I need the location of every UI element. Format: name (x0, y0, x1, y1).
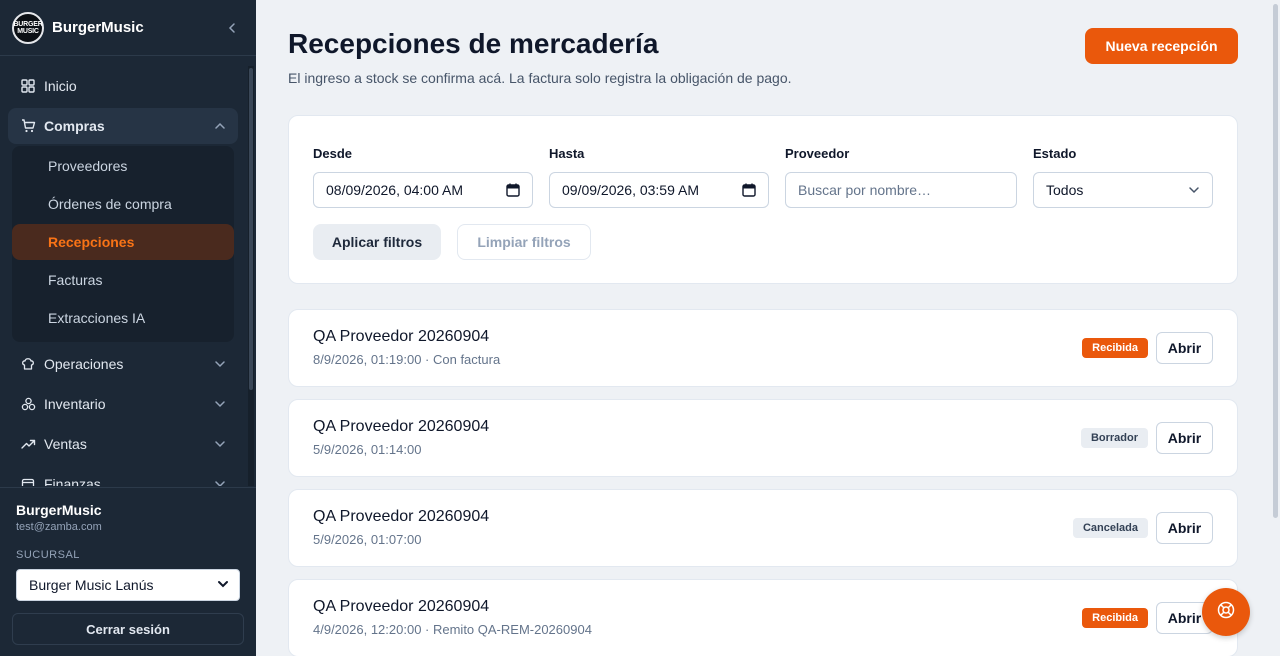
reception-meta: 4/9/2026, 12:20:00 · Remito QA-REM-20260… (313, 622, 592, 637)
page-scrollbar-thumb[interactable] (1273, 4, 1278, 518)
help-button[interactable] (1202, 588, 1250, 636)
filter-card: Desde 08/09/2026, 04:00 AM Hasta 09/09/2… (288, 115, 1238, 284)
compras-submenu: Proveedores Órdenes de compra Recepcione… (12, 146, 234, 342)
branch-label: SUCURSAL (16, 549, 80, 561)
reception-meta: 5/9/2026, 01:14:00 (313, 442, 422, 457)
chevron-down-icon (214, 358, 226, 370)
page-subtitle: El ingreso a stock se confirma acá. La f… (288, 70, 792, 86)
status-badge: Recibida (1082, 608, 1148, 628)
open-button[interactable]: Abrir (1156, 512, 1213, 544)
boxes-icon (20, 396, 36, 412)
sidebar-item-operaciones[interactable]: Operaciones (8, 346, 238, 382)
trending-up-icon (20, 436, 36, 452)
chevron-down-icon (1188, 184, 1200, 196)
sidebar-item-label: Finanzas (44, 476, 101, 486)
subnav-item-extracciones[interactable]: Extracciones IA (12, 300, 234, 336)
chevron-up-icon (214, 120, 226, 132)
reception-supplier: QA Proveedor 20260904 (313, 508, 490, 525)
sidebar-item-label: Inicio (44, 78, 77, 94)
sidebar-item-finanzas[interactable]: Finanzas (8, 466, 238, 486)
collapse-sidebar-icon[interactable] (220, 16, 244, 40)
apply-filters-button[interactable]: Aplicar filtros (313, 224, 441, 260)
reception-row[interactable]: QA Proveedor 20260904 5/9/2026, 01:14:00… (288, 399, 1238, 477)
sidebar-scrollbar-thumb[interactable] (249, 68, 253, 390)
sidebar-item-ventas[interactable]: Ventas (8, 426, 238, 462)
calendar-icon[interactable] (506, 183, 520, 197)
page-title: Recepciones de mercadería (288, 28, 659, 59)
desde-datetime-input[interactable]: 08/09/2026, 04:00 AM (313, 172, 533, 208)
sidebar: BURGER MUSIC BurgerMusic Inicio Compras … (0, 0, 256, 656)
sidebar-item-label: Compras (44, 118, 105, 134)
reception-meta: 5/9/2026, 01:07:00 (313, 532, 422, 547)
status-badge: Cancelada (1072, 518, 1148, 538)
sidebar-item-label: Operaciones (44, 356, 124, 372)
sidebar-item-compras[interactable]: Compras (8, 108, 238, 144)
chevron-down-icon (214, 438, 226, 450)
clear-filters-button[interactable]: Limpiar filtros (457, 224, 591, 260)
desde-label: Desde (313, 146, 353, 161)
reception-supplier: QA Proveedor 20260904 (313, 418, 490, 435)
estado-value: Todos (1046, 182, 1084, 198)
reception-supplier: QA Proveedor 20260904 (313, 598, 490, 615)
new-reception-button[interactable]: Nueva recepción (1085, 28, 1238, 64)
grid-icon (20, 78, 36, 94)
reception-meta: 8/9/2026, 01:19:00 · Con factura (313, 352, 501, 367)
chef-hat-icon (20, 356, 36, 372)
proveedor-search-input[interactable]: Buscar por nombre… (785, 172, 1017, 208)
brand-name: BurgerMusic (52, 19, 144, 36)
hasta-label: Hasta (549, 146, 585, 161)
reception-row[interactable]: QA Proveedor 20260904 4/9/2026, 12:20:00… (288, 579, 1238, 656)
proveedor-placeholder: Buscar por nombre… (798, 182, 932, 198)
user-name: BurgerMusic (16, 502, 102, 518)
open-button[interactable]: Abrir (1156, 422, 1213, 454)
subnav-item-recepciones[interactable]: Recepciones (12, 224, 234, 260)
reception-row[interactable]: QA Proveedor 20260904 5/9/2026, 01:07:00… (288, 489, 1238, 567)
reception-row[interactable]: QA Proveedor 20260904 8/9/2026, 01:19:00… (288, 309, 1238, 387)
brand-logo: BURGER MUSIC (12, 11, 44, 44)
subnav-item-ordenes[interactable]: Órdenes de compra (12, 186, 234, 222)
hasta-value: 09/09/2026, 03:59 AM (562, 182, 699, 198)
chevron-down-icon (217, 577, 229, 593)
sidebar-nav: Inicio Compras Proveedores Órdenes de co… (0, 66, 248, 486)
status-badge: Borrador (1080, 428, 1148, 448)
branch-select-value: Burger Music Lanús (29, 577, 154, 593)
chevron-down-icon (214, 398, 226, 410)
open-button[interactable]: Abrir (1156, 332, 1213, 364)
brand-header: BURGER MUSIC BurgerMusic (0, 0, 256, 56)
help-icon (1217, 601, 1235, 624)
desde-value: 08/09/2026, 04:00 AM (326, 182, 463, 198)
hasta-datetime-input[interactable]: 09/09/2026, 03:59 AM (549, 172, 769, 208)
estado-select[interactable]: Todos (1033, 172, 1213, 208)
sidebar-item-inicio[interactable]: Inicio (8, 68, 238, 104)
status-badge: Recibida (1082, 338, 1148, 358)
sidebar-item-inventario[interactable]: Inventario (8, 386, 238, 422)
estado-label: Estado (1033, 146, 1077, 161)
chevron-down-icon (214, 478, 226, 486)
subnav-item-proveedores[interactable]: Proveedores (12, 148, 234, 184)
subnav-item-facturas[interactable]: Facturas (12, 262, 234, 298)
sidebar-item-label: Inventario (44, 396, 106, 412)
sidebar-item-label: Ventas (44, 436, 87, 452)
logout-button[interactable]: Cerrar sesión (12, 613, 244, 645)
sidebar-footer: BurgerMusic test@zamba.com SUCURSAL Burg… (0, 487, 256, 656)
reception-supplier: QA Proveedor 20260904 (313, 328, 490, 345)
branch-select[interactable]: Burger Music Lanús (16, 569, 240, 601)
user-email: test@zamba.com (16, 521, 102, 533)
wallet-icon (20, 476, 36, 486)
calendar-icon[interactable] (742, 183, 756, 197)
proveedor-label: Proveedor (785, 146, 850, 161)
cart-icon (20, 118, 36, 134)
